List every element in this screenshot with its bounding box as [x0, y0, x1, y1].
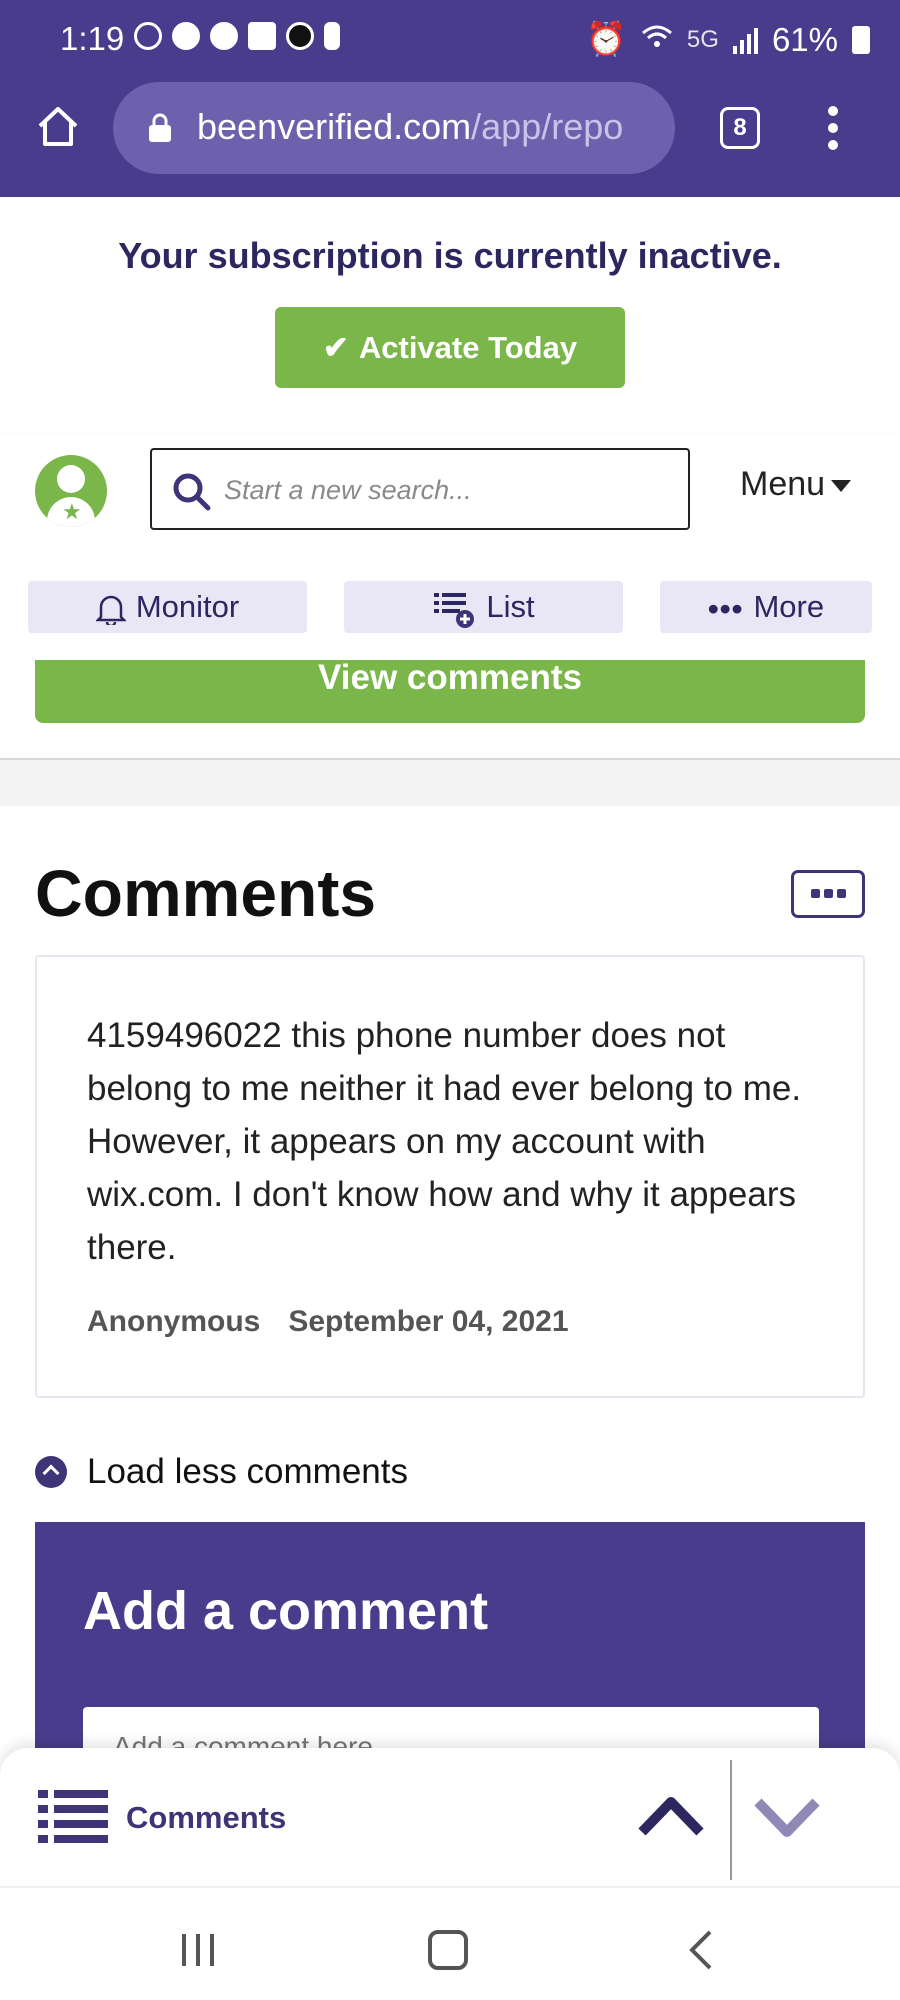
monitor-label: Monitor: [135, 589, 240, 624]
comment-card: 4159496022 this phone number does not be…: [35, 955, 865, 1398]
more-options-icon[interactable]: [826, 106, 840, 150]
back-icon[interactable]: [688, 1928, 714, 1972]
view-comments-button[interactable]: View comments: [35, 660, 865, 723]
home-icon[interactable]: [36, 104, 80, 148]
check-icon: ✔: [322, 330, 349, 365]
app-icon: [286, 22, 314, 50]
load-less-comments-link[interactable]: Load less comments: [35, 1452, 408, 1492]
home-button[interactable]: [428, 1930, 468, 1970]
activate-label: Activate Today: [358, 330, 578, 365]
action-bar: Monitor List ••• More: [0, 553, 900, 663]
address-bar[interactable]: beenverified.com/app/repo: [113, 82, 675, 174]
menu-label: Menu: [740, 465, 826, 503]
lock-status-icon: [324, 22, 340, 50]
alarm-icon: ⏰: [585, 20, 627, 57]
list-label: List: [486, 589, 535, 624]
comment-date: September 04, 2021: [288, 1305, 569, 1338]
more-button[interactable]: ••• More: [660, 581, 872, 633]
section-divider: [0, 758, 900, 806]
dnd-icon: [134, 22, 162, 50]
activate-today-button[interactable]: ✔ Activate Today: [275, 307, 625, 388]
globe-icon: [172, 22, 200, 50]
notification-icons: [134, 22, 340, 50]
subscription-message: Your subscription is currently inactive.: [118, 235, 782, 276]
image-icon: [248, 22, 276, 50]
monitor-button[interactable]: Monitor: [28, 581, 307, 633]
list-button[interactable]: List: [344, 581, 623, 633]
page: 1:19 ⏰ 5G 61% beenverified.com/app/repo …: [0, 0, 900, 2000]
comments-heading: Comments: [35, 856, 377, 930]
chevron-up-circle-icon: [35, 1456, 67, 1488]
browser-chrome: 1:19 ⏰ 5G 61% beenverified.com/app/repo …: [0, 0, 900, 197]
comment-author: Anonymous: [87, 1305, 261, 1338]
lock-icon: [149, 113, 171, 142]
site-header: ★ Menu: [0, 435, 900, 553]
comments-options-button[interactable]: [791, 870, 865, 918]
chevron-down-icon[interactable]: [752, 1786, 822, 1846]
status-time: 1:19: [60, 20, 125, 57]
menu-button[interactable]: Menu: [740, 465, 852, 504]
add-to-list-icon: [434, 592, 475, 628]
battery-level: 61%: [771, 20, 838, 58]
current-section-label: Comments: [126, 1800, 287, 1835]
add-comment-title: Add a comment: [83, 1581, 489, 1641]
status-right: ⏰ 5G 61%: [586, 20, 870, 59]
avatar[interactable]: ★: [35, 455, 107, 527]
signal-icon: [732, 26, 758, 54]
chat-icon: [210, 22, 238, 50]
battery-icon: [852, 25, 870, 54]
subscription-banner: Your subscription is currently inactive.…: [0, 197, 900, 432]
section-navigator: Comments: [0, 1748, 900, 1888]
tab-switcher-button[interactable]: 8: [720, 107, 760, 149]
url-domain: beenverified.com: [197, 106, 472, 147]
chevron-up-icon[interactable]: [636, 1786, 706, 1846]
wifi-icon: [641, 21, 673, 59]
divider: [730, 1760, 732, 1880]
search-box[interactable]: [150, 448, 690, 530]
caret-down-icon: [831, 480, 852, 493]
search-input[interactable]: [224, 466, 674, 514]
recent-apps-icon[interactable]: [180, 1930, 216, 1970]
url-path: /app/repo: [471, 106, 624, 147]
load-less-label: Load less comments: [87, 1452, 408, 1491]
more-label: More: [753, 589, 825, 624]
url-text: beenverified.com/app/repo: [197, 106, 657, 148]
comment-text: 4159496022 this phone number does not be…: [87, 1016, 802, 1267]
search-icon: [173, 473, 211, 511]
bell-icon: [95, 595, 126, 625]
status-bar: 1:19 ⏰ 5G 61%: [0, 0, 900, 78]
comment-meta: Anonymous September 04, 2021: [87, 1305, 569, 1339]
list-icon: [38, 1790, 108, 1843]
network-type: 5G: [686, 25, 719, 53]
ellipsis-icon: •••: [707, 590, 744, 626]
system-nav-bar: [0, 1888, 900, 2000]
star-icon: ★: [62, 499, 82, 524]
